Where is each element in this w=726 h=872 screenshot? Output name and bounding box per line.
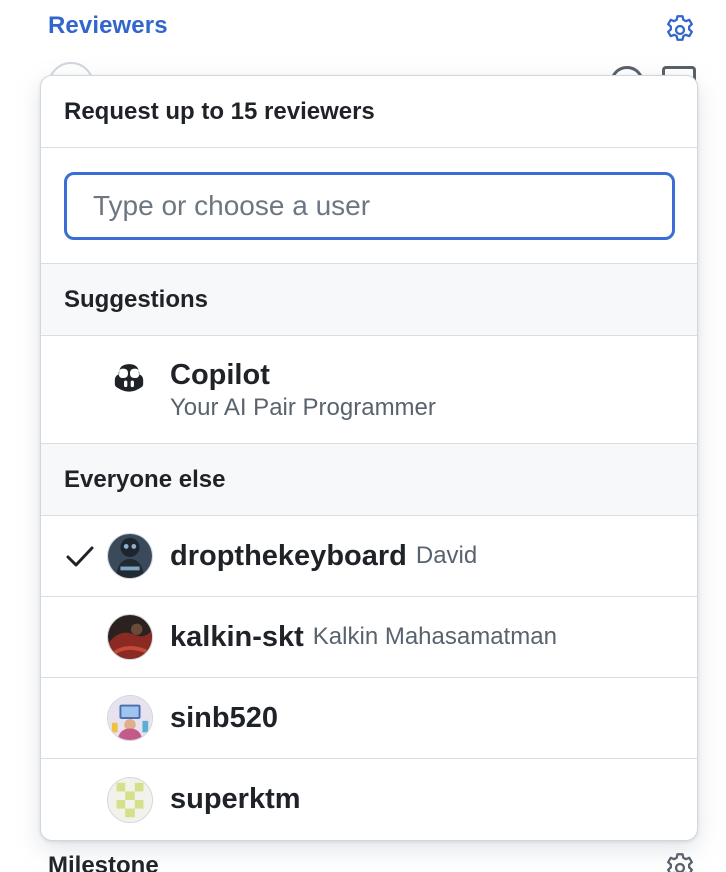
suggestion-text: Copilot Your AI Pair Programmer	[170, 358, 436, 424]
suggestions-section-header: Suggestions	[41, 264, 697, 336]
user-item-dropthekeyboard[interactable]: dropthekeyboard David	[41, 516, 697, 597]
user-full-name: Kalkin Mahasamatman	[312, 623, 557, 650]
user-login: superktm	[170, 783, 301, 815]
popover-header: Request up to 15 reviewers	[41, 76, 697, 148]
suggestion-name: Copilot	[170, 359, 270, 391]
selection-slot	[41, 516, 107, 597]
milestone-heading[interactable]: Milestone	[48, 852, 159, 872]
check-icon	[66, 546, 94, 566]
user-item-sinb520[interactable]: sinb520	[41, 678, 697, 759]
user-list: dropthekeyboard David kalkin-skt Kalkin …	[41, 516, 697, 840]
selection-slot	[41, 597, 107, 678]
avatar	[107, 533, 153, 579]
avatar	[107, 614, 153, 660]
gear-icon[interactable]	[662, 12, 698, 48]
reviewers-popover: Request up to 15 reviewers Suggestions C…	[40, 75, 698, 841]
user-login: sinb520	[170, 701, 278, 734]
copilot-icon	[114, 364, 144, 392]
user-login: dropthekeyboard	[170, 539, 407, 572]
reviewers-heading[interactable]: Reviewers	[48, 12, 168, 40]
popover-title: Request up to 15 reviewers	[64, 97, 375, 125]
suggestion-item-copilot[interactable]: Copilot Your AI Pair Programmer	[41, 336, 697, 444]
user-item-superktm[interactable]: superktm	[41, 759, 697, 840]
user-full-name: David	[415, 542, 478, 569]
avatar	[107, 695, 153, 741]
suggestion-description: Your AI Pair Programmer	[170, 394, 436, 421]
avatar	[107, 776, 153, 823]
selection-slot	[41, 678, 107, 759]
user-login: kalkin-skt	[170, 620, 304, 653]
filter-container	[41, 148, 697, 264]
user-item-kalkin-skt[interactable]: kalkin-skt Kalkin Mahasamatman	[41, 597, 697, 678]
selection-slot	[41, 759, 107, 840]
gear-icon[interactable]	[662, 850, 698, 872]
user-filter-input[interactable]	[64, 172, 675, 240]
everyone-else-section-header: Everyone else	[41, 444, 697, 516]
